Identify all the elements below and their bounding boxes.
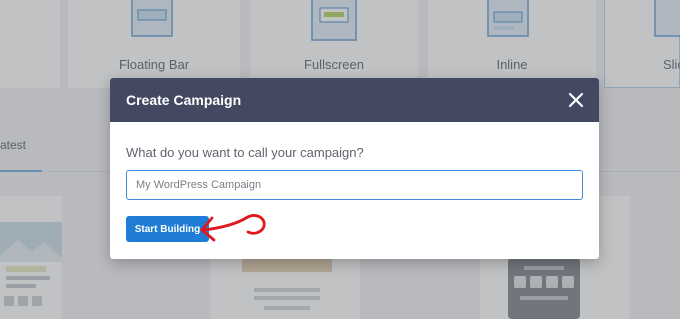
campaign-name-input[interactable]: [126, 170, 583, 200]
dialog-title: Create Campaign: [126, 92, 242, 108]
dialog-header: Create Campaign: [110, 78, 599, 122]
create-campaign-dialog: Create Campaign What do you want to call…: [110, 78, 599, 259]
close-icon[interactable]: [565, 89, 587, 111]
annotation-arrow-icon: [200, 214, 266, 242]
campaign-name-label: What do you want to call your campaign?: [126, 145, 364, 160]
